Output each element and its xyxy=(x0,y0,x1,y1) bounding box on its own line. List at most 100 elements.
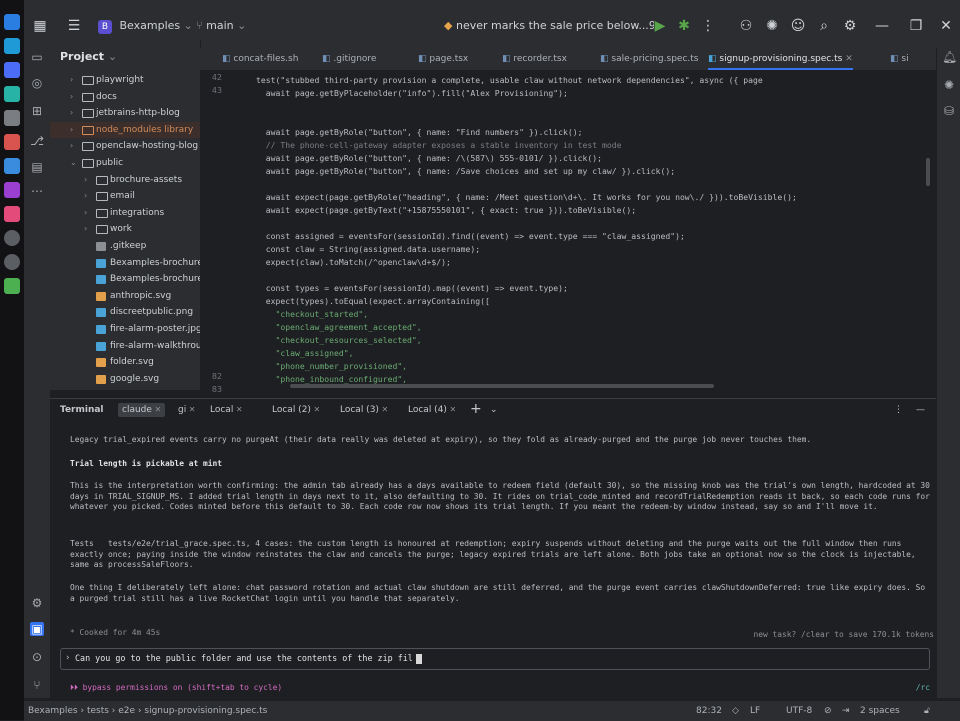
close-icon[interactable]: ✕ xyxy=(842,54,853,64)
dock-app-icon[interactable] xyxy=(4,110,20,126)
tree-item[interactable]: ⌄ public xyxy=(50,155,200,171)
indent-setting[interactable]: 2 spaces xyxy=(860,701,900,721)
chevron-down-icon[interactable]: ⌄ xyxy=(490,403,498,417)
tree-item[interactable]: › docs xyxy=(50,89,200,105)
new-terminal-tab-icon[interactable]: + xyxy=(470,402,482,417)
run-icon[interactable]: ▶ xyxy=(650,16,670,36)
dock-app-icon[interactable] xyxy=(4,206,20,222)
prompt-input-box[interactable]: › Can you go to the public folder and us… xyxy=(60,648,930,670)
breadcrumb-item[interactable]: Bexamples xyxy=(28,706,78,716)
tree-item[interactable]: Bexamples-brochure xyxy=(50,255,200,271)
dock-app-icon[interactable] xyxy=(4,182,20,198)
dock-app-icon[interactable] xyxy=(4,254,20,270)
line-separator[interactable]: LF xyxy=(750,701,760,721)
tree-item[interactable]: › playwright xyxy=(50,72,200,88)
file-encoding[interactable]: UTF-8 xyxy=(786,701,812,721)
horizontal-scrollbar[interactable] xyxy=(290,384,714,388)
close-button[interactable]: ✕ xyxy=(936,16,956,36)
terminal-tool-icon[interactable]: ▣ xyxy=(30,622,44,636)
minimize-button[interactable]: — xyxy=(872,16,892,36)
chevron-right-icon[interactable]: › xyxy=(84,221,94,237)
close-icon[interactable]: ✕ xyxy=(152,405,161,414)
problems-tool-icon[interactable]: ⊙ xyxy=(30,650,44,664)
terminal-tab[interactable]: gi ✕ xyxy=(178,403,195,417)
branch-switcher[interactable]: ⑂ main ⌄ xyxy=(196,16,246,36)
tree-item[interactable]: discreetpublic.png xyxy=(50,304,200,320)
terminal-tab[interactable]: Local (3) ✕ xyxy=(340,403,388,417)
pull-requests-tool-icon[interactable]: ⎇ xyxy=(30,134,44,148)
permissions-footer[interactable]: ⏵⏵ bypass permissions on (shift+tab to c… xyxy=(70,683,282,694)
chevron-right-icon[interactable]: › xyxy=(70,72,80,88)
editor-tab[interactable]: ◧ recorder.tsx xyxy=(502,48,567,70)
close-icon[interactable]: ✕ xyxy=(186,405,196,414)
more-tools-icon[interactable]: ⋯ xyxy=(30,184,44,198)
terminal-tab[interactable]: Local (4) ✕ xyxy=(408,403,456,417)
terminal-title[interactable]: Terminal xyxy=(60,403,104,417)
editor-tab[interactable]: ◧ si xyxy=(890,48,909,70)
chevron-right-icon[interactable]: › xyxy=(70,89,80,105)
dock-app-icon[interactable] xyxy=(4,38,20,54)
run-config-selector[interactable]: ◆ never marks the sale price below...97 … xyxy=(444,16,654,36)
more-actions-icon[interactable]: ⋮ xyxy=(698,16,718,36)
dock-app-icon[interactable] xyxy=(4,278,20,294)
more-options-icon[interactable]: ⋮ xyxy=(894,403,903,417)
tree-item[interactable]: › openclaw-hosting-blog xyxy=(50,138,200,154)
chevron-right-icon[interactable]: › xyxy=(84,188,94,204)
vertical-scrollbar[interactable] xyxy=(926,158,930,186)
editor-tab[interactable]: ◧ .gitignore xyxy=(322,48,376,70)
tree-item[interactable]: › node_modules library xyxy=(50,121,200,138)
breadcrumb-item[interactable]: signup-provisioning.spec.ts xyxy=(144,706,267,716)
database-icon[interactable]: ⛁ xyxy=(942,104,956,118)
breadcrumb-item[interactable]: tests xyxy=(87,706,109,716)
editor-tab[interactable]: ◧ concat-files.sh xyxy=(222,48,298,70)
chevron-right-icon[interactable]: ⌄ xyxy=(70,155,80,171)
close-icon[interactable]: ✕ xyxy=(379,405,388,414)
dock-app-icon[interactable] xyxy=(4,230,20,246)
tree-item[interactable]: › jetbrains-http-blog xyxy=(50,105,200,121)
settings-gear-icon[interactable]: ⚙ xyxy=(840,16,860,36)
project-switcher[interactable]: B Bexamples ⌄ xyxy=(98,16,193,36)
terminal-tab[interactable]: Local ✕ xyxy=(210,403,243,417)
structure-tool-icon[interactable]: ⊞ xyxy=(30,104,44,118)
chevron-right-icon[interactable]: › xyxy=(70,122,80,138)
dock-app-icon[interactable] xyxy=(4,134,20,150)
tree-item[interactable]: fire-alarm-walkthrough xyxy=(50,338,200,354)
caret-position[interactable]: 82:32 xyxy=(696,701,722,721)
chevron-right-icon[interactable]: › xyxy=(70,105,80,121)
editor-tab[interactable]: ◧ signup-provisioning.spec.ts ✕ xyxy=(708,48,853,70)
terminal-tab[interactable]: Local (2) ✕ xyxy=(272,403,320,417)
dock-app-icon[interactable] xyxy=(4,62,20,78)
tree-item[interactable]: fire-alarm-poster.jpg xyxy=(50,321,200,337)
webstorm-app-icon[interactable] xyxy=(4,14,20,30)
terminal-tab[interactable]: claude ✕ xyxy=(118,403,166,417)
dock-app-icon[interactable] xyxy=(4,158,20,174)
close-icon[interactable]: ✕ xyxy=(311,405,320,414)
maximize-button[interactable]: ❐ xyxy=(906,16,926,36)
project-panel-header[interactable]: Project ⌄ xyxy=(60,50,117,63)
code-with-me-icon[interactable]: ⚇ xyxy=(736,16,756,36)
services-tool-icon[interactable]: ▤ xyxy=(30,160,44,174)
ai-chat-icon[interactable]: ✺ xyxy=(942,78,956,92)
hamburger-menu-icon[interactable]: ☰ xyxy=(64,16,84,36)
plugins-tool-icon[interactable]: ⚙ xyxy=(30,596,44,610)
tree-item[interactable]: Bexamples-brochure xyxy=(50,271,200,287)
tree-item[interactable]: › integrations xyxy=(50,205,200,221)
tree-item[interactable]: › email xyxy=(50,188,200,204)
close-icon[interactable]: ✕ xyxy=(233,405,243,414)
chevron-right-icon[interactable]: › xyxy=(70,138,80,154)
chevron-right-icon[interactable]: › xyxy=(84,172,94,188)
notifications-icon[interactable]: 🔔︎ xyxy=(942,50,957,64)
chevron-right-icon[interactable]: › xyxy=(84,205,94,221)
prompt-input[interactable]: Can you go to the public folder and use … xyxy=(75,653,422,664)
editor-tab[interactable]: ◧ page.tsx xyxy=(418,48,468,70)
editor-tab[interactable]: ◧ sale-pricing.spec.ts xyxy=(600,48,698,70)
app-menu-icon[interactable]: ▦ xyxy=(30,16,50,36)
code-editor[interactable]: test("stubbed third-party provision a co… xyxy=(236,71,926,389)
git-tool-icon[interactable]: ⑂ xyxy=(30,678,44,692)
tree-item[interactable]: folder.svg xyxy=(50,354,200,370)
debug-icon[interactable]: ✱ xyxy=(674,16,694,36)
search-icon[interactable]: ⌕ xyxy=(814,16,834,36)
tree-item[interactable]: google.svg xyxy=(50,371,200,387)
tree-item[interactable]: › brochure-assets xyxy=(50,172,200,188)
hide-panel-icon[interactable]: — xyxy=(916,403,925,417)
